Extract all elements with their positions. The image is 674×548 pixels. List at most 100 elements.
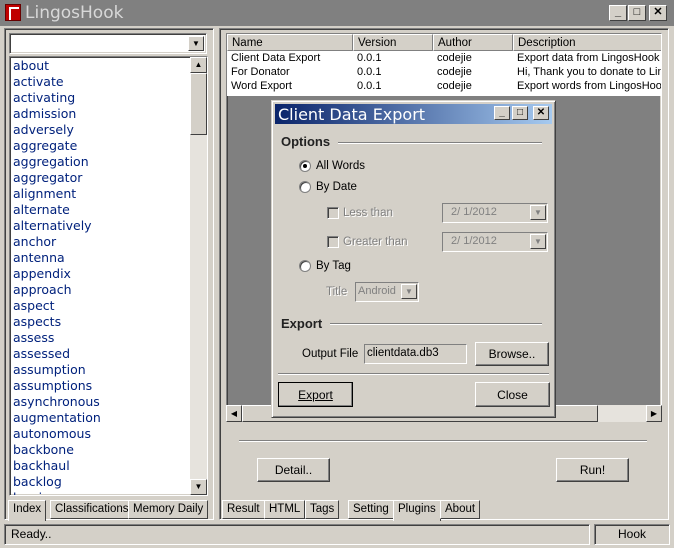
cell-description: Export data from LingosHook — [517, 52, 660, 64]
list-item[interactable]: assumptions — [12, 378, 101, 394]
client-data-export-dialog: Client Data Export _ □ ✕ Options All Wor… — [271, 100, 556, 418]
list-item[interactable]: backbone — [12, 442, 101, 458]
output-file-field[interactable]: clientdata.db3 — [364, 344, 467, 364]
cell-version: 0.0.1 — [357, 52, 382, 64]
tab-setting[interactable]: Setting — [348, 500, 394, 519]
by-date-label: By Date — [316, 181, 357, 193]
list-item[interactable]: backlog — [12, 474, 101, 490]
cell-author: codejie — [437, 66, 472, 78]
list-item[interactable]: assessed — [12, 346, 101, 362]
scroll-down-icon[interactable]: ▼ — [190, 479, 207, 495]
cell-author: codejie — [437, 80, 472, 92]
list-item[interactable]: assess — [12, 330, 101, 346]
list-item[interactable]: alternatively — [12, 218, 101, 234]
list-item[interactable]: activating — [12, 90, 101, 106]
list-item[interactable]: barrier — [12, 490, 101, 495]
cell-name: For Donator — [231, 66, 290, 78]
list-item[interactable]: alignment — [12, 186, 101, 202]
export-button[interactable]: Export — [278, 382, 353, 407]
tab-tags[interactable]: Tags — [305, 500, 340, 519]
list-item[interactable]: aggregation — [12, 154, 101, 170]
tab-index[interactable]: Index — [8, 500, 47, 521]
run-button[interactable]: Run! — [556, 458, 629, 482]
tab-result[interactable]: Result — [222, 500, 265, 519]
minimize-button[interactable]: _ — [609, 5, 627, 21]
list-item[interactable]: aspect — [12, 298, 101, 314]
greater-than-date-picker[interactable]: 2/ 1/2012 ▼ — [442, 232, 548, 252]
browse-button[interactable]: Browse.. — [475, 342, 549, 366]
by-date-radio[interactable] — [299, 181, 311, 193]
cell-name: Word Export — [231, 80, 292, 92]
scroll-thumb[interactable] — [190, 73, 207, 135]
all-words-label: All Words — [316, 160, 365, 172]
word-search-combo[interactable]: ▼ — [9, 33, 207, 54]
cell-description: Hi, Thank you to donate to LingosHook — [517, 66, 661, 78]
chevron-down-icon[interactable]: ▼ — [401, 284, 417, 299]
window-title: LingosHook — [25, 3, 124, 23]
dialog-title: Client Data Export — [278, 105, 426, 124]
scroll-right-icon[interactable]: ▶ — [646, 405, 662, 422]
list-item[interactable]: backhaul — [12, 458, 101, 474]
tab-html[interactable]: HTML — [264, 500, 306, 519]
options-group-label: Options — [281, 134, 331, 149]
list-item[interactable]: approach — [12, 282, 101, 298]
tab-about[interactable]: About — [440, 500, 481, 519]
less-than-date-value: 2/ 1/2012 — [451, 206, 497, 218]
dialog-minimize-button[interactable]: _ — [494, 106, 510, 120]
column-header-name[interactable]: Name — [227, 34, 353, 51]
scroll-left-icon[interactable]: ◀ — [226, 405, 242, 422]
chevron-down-icon[interactable]: ▼ — [188, 36, 204, 51]
list-item[interactable]: alternate — [12, 202, 101, 218]
table-row[interactable]: Word Export 0.0.1 codejie Export words f… — [227, 79, 661, 93]
list-item[interactable]: autonomous — [12, 426, 101, 442]
table-body: Client Data Export 0.0.1 codejie Export … — [227, 51, 661, 96]
chevron-down-icon[interactable]: ▼ — [530, 234, 546, 249]
column-header-description[interactable]: Description — [513, 34, 661, 51]
column-header-version[interactable]: Version — [353, 34, 433, 51]
button-divider — [278, 373, 549, 375]
word-list-scrollbar[interactable]: ▲ ▼ — [190, 57, 207, 495]
dialog-close-action-button[interactable]: Close — [475, 382, 550, 407]
list-item[interactable]: aggregator — [12, 170, 101, 186]
all-words-radio[interactable] — [299, 160, 311, 172]
scroll-up-icon[interactable]: ▲ — [190, 57, 207, 73]
table-header: Name Version Author Description — [227, 34, 661, 51]
list-item[interactable]: appendix — [12, 266, 101, 282]
list-item[interactable]: anchor — [12, 234, 101, 250]
cell-version: 0.0.1 — [357, 80, 382, 92]
tag-title-value: Android — [358, 285, 396, 297]
tab-plugins[interactable]: Plugins — [393, 500, 441, 521]
table-row[interactable]: Client Data Export 0.0.1 codejie Export … — [227, 51, 661, 65]
status-hook[interactable]: Hook — [594, 524, 670, 545]
column-header-author[interactable]: Author — [433, 34, 513, 51]
list-item[interactable]: admission — [12, 106, 101, 122]
detail-button[interactable]: Detail.. — [257, 458, 330, 482]
by-tag-radio[interactable] — [299, 260, 311, 272]
tag-title-select[interactable]: Android ▼ — [355, 282, 419, 302]
list-item[interactable]: augmentation — [12, 410, 101, 426]
less-than-checkbox[interactable] — [327, 207, 339, 219]
tab-classifications[interactable]: Classifications — [50, 500, 134, 519]
separator — [239, 440, 647, 442]
list-item[interactable]: asynchronous — [12, 394, 101, 410]
word-list[interactable]: about activate activating admission adversel… — [9, 56, 208, 496]
tab-memory-daily[interactable]: Memory Daily — [128, 500, 209, 519]
greater-than-checkbox[interactable] — [327, 236, 339, 248]
less-than-date-picker[interactable]: 2/ 1/2012 ▼ — [442, 203, 548, 223]
output-file-label: Output File — [302, 348, 359, 360]
table-row[interactable]: For Donator 0.0.1 codejie Hi, Thank you … — [227, 65, 661, 79]
dialog-close-button[interactable]: ✕ — [533, 106, 549, 120]
list-item[interactable]: assumption — [12, 362, 101, 378]
list-item[interactable]: about — [12, 58, 101, 74]
maximize-button[interactable]: □ — [628, 5, 646, 21]
cell-name: Client Data Export — [231, 52, 321, 64]
chevron-down-icon[interactable]: ▼ — [530, 205, 546, 220]
list-item[interactable]: adversely — [12, 122, 101, 138]
list-item[interactable]: antenna — [12, 250, 101, 266]
options-divider — [338, 142, 542, 144]
list-item[interactable]: aspects — [12, 314, 101, 330]
dialog-maximize-button[interactable]: □ — [512, 106, 528, 120]
list-item[interactable]: aggregate — [12, 138, 101, 154]
close-button[interactable]: ✕ — [649, 5, 667, 21]
list-item[interactable]: activate — [12, 74, 101, 90]
